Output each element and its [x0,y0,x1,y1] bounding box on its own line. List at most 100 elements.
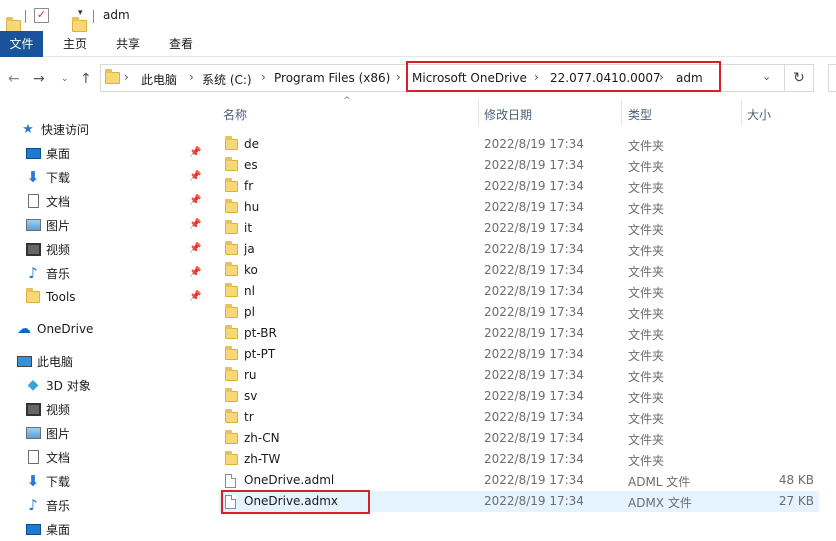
file-row[interactable]: pt-PT 2022/8/19 17:34 文件夹 [219,344,819,365]
column-divider[interactable] [478,100,479,126]
folder-icon [225,409,238,423]
column-divider[interactable] [741,100,742,126]
chevron-right-icon[interactable]: › [261,70,266,84]
sidebar-item-downloads[interactable]: ⬇ 下载 [25,166,70,188]
file-row[interactable]: sv 2022/8/19 17:34 文件夹 [219,386,819,407]
file-name: tr [244,410,254,424]
sidebar-item-onedrive[interactable]: ☁ OneDrive [16,318,93,340]
pin-icon[interactable]: 📌 [189,171,201,182]
file-row[interactable]: ru 2022/8/19 17:34 文件夹 [219,365,819,386]
file-row[interactable]: zh-CN 2022/8/19 17:34 文件夹 [219,428,819,449]
refresh-icon[interactable]: ↻ [785,64,814,92]
file-name: pl [244,305,255,319]
file-row[interactable]: ko 2022/8/19 17:34 文件夹 [219,260,819,281]
file-type: 文件夹 [628,328,665,342]
sidebar-item-pictures[interactable]: 图片 [25,214,70,236]
sidebar-item-desktop[interactable]: 桌面 [25,142,70,164]
file-row[interactable]: de 2022/8/19 17:34 文件夹 [219,134,819,155]
back-arrow-icon[interactable]: ← [8,71,20,87]
tab-view[interactable]: 查看 [161,31,201,57]
cube-icon: ◆ [27,377,39,393]
file-row[interactable]: it 2022/8/19 17:34 文件夹 [219,218,819,239]
file-name: fr [244,179,254,193]
pin-icon[interactable]: 📌 [189,219,201,230]
file-name: es [244,158,258,172]
folder-icon [225,157,238,171]
tab-share[interactable]: 共享 [108,31,148,57]
sidebar-item-pc-desktop[interactable]: 桌面 [25,518,70,540]
pin-icon[interactable]: 📌 [189,291,201,302]
pin-icon[interactable]: 📌 [189,243,201,254]
file-type: 文件夹 [628,412,665,426]
breadcrumb-program-files[interactable]: Program Files (x86) [274,71,390,85]
cloud-icon: ☁ [17,321,31,337]
file-row[interactable]: tr 2022/8/19 17:34 文件夹 [219,407,819,428]
file-modified-date: 2022/8/19 17:34 [484,347,584,361]
file-name: pt-PT [244,347,276,361]
file-modified-date: 2022/8/19 17:34 [484,326,584,340]
breadcrumb-this-pc[interactable]: 此电脑 [141,71,177,88]
file-row[interactable]: pl 2022/8/19 17:34 文件夹 [219,302,819,323]
sidebar-item-label: 3D 对象 [46,378,91,393]
sidebar-item-pc-pictures[interactable]: 图片 [25,422,70,444]
tab-file[interactable]: 文件 [0,31,43,57]
file-modified-date: 2022/8/19 17:34 [484,410,584,424]
sidebar-item-label: 快速访问 [41,122,90,137]
file-type: 文件夹 [628,454,665,468]
column-header-date[interactable]: 修改日期 [484,104,619,128]
file-type: ADML 文件 [628,475,691,489]
folder-icon [25,288,41,304]
folder-icon [225,199,238,213]
tab-home[interactable]: 主页 [55,31,95,57]
search-box[interactable] [828,64,836,92]
document-icon [25,194,41,208]
file-row[interactable]: zh-TW 2022/8/19 17:34 文件夹 [219,449,819,470]
file-row[interactable]: ja 2022/8/19 17:34 文件夹 [219,239,819,260]
forward-arrow-icon[interactable]: → [33,71,45,87]
sidebar-item-documents[interactable]: 文档 [25,190,70,212]
properties-icon[interactable]: ✓ [34,8,49,23]
chevron-right-icon[interactable]: › [189,70,194,84]
download-icon: ⬇ [26,168,40,186]
sidebar-item-label: OneDrive [37,322,94,336]
sidebar-item-videos[interactable]: 视频 [25,238,70,260]
column-divider[interactable] [621,100,622,126]
file-row[interactable]: es 2022/8/19 17:34 文件夹 [219,155,819,176]
file-type: 文件夹 [628,181,665,195]
pin-icon[interactable]: 📌 [189,195,201,206]
column-header-name[interactable]: 名称 [223,104,473,128]
sidebar-item-pc-music[interactable]: ♪ 音乐 [25,494,70,516]
folder-icon [6,16,21,32]
sidebar-item-quick-access[interactable]: ★ 快速访问 [20,118,89,140]
file-row[interactable]: OneDrive.adml 2022/8/19 17:34 ADML 文件 48 KB [219,470,819,491]
sidebar-item-label: 文档 [46,194,71,209]
up-arrow-icon[interactable]: ↑ [80,71,92,87]
sidebar-item-this-pc[interactable]: 此电脑 [16,350,73,372]
file-type: 文件夹 [628,370,665,384]
column-header-type[interactable]: 类型 [628,104,738,128]
file-row[interactable]: nl 2022/8/19 17:34 文件夹 [219,281,819,302]
file-modified-date: 2022/8/19 17:34 [484,137,584,151]
customize-toolbar-icon[interactable]: ▾ [78,8,83,24]
breadcrumb-system-drive[interactable]: 系统 (C:) [202,71,252,88]
title-bar: ✓ ▾ adm [0,0,836,32]
pin-icon[interactable]: 📌 [189,267,201,278]
file-row[interactable]: pt-BR 2022/8/19 17:34 文件夹 [219,323,819,344]
file-row[interactable]: hu 2022/8/19 17:34 文件夹 [219,197,819,218]
sidebar-item-pc-videos[interactable]: 视频 [25,398,70,420]
chevron-right-icon[interactable]: › [396,70,401,84]
sidebar-item-tools[interactable]: Tools [25,286,76,308]
recent-locations-chevron-icon[interactable]: ⌄ [61,74,69,84]
file-name: sv [244,389,258,403]
sidebar-item-music[interactable]: ♪ 音乐 [25,262,70,284]
chevron-right-icon[interactable]: › [124,70,129,84]
sidebar-item-pc-downloads[interactable]: ⬇ 下载 [25,470,70,492]
music-note-icon: ♪ [28,496,38,514]
folder-icon [105,69,120,84]
pin-icon[interactable]: 📌 [189,147,201,158]
file-row[interactable]: fr 2022/8/19 17:34 文件夹 [219,176,819,197]
sidebar-item-pc-documents[interactable]: 文档 [25,446,70,468]
address-history-chevron-icon[interactable]: ⌄ [762,70,771,83]
sidebar-item-3d-objects[interactable]: ◆ 3D 对象 [25,374,91,396]
column-header-size[interactable]: 大小 [747,104,817,128]
